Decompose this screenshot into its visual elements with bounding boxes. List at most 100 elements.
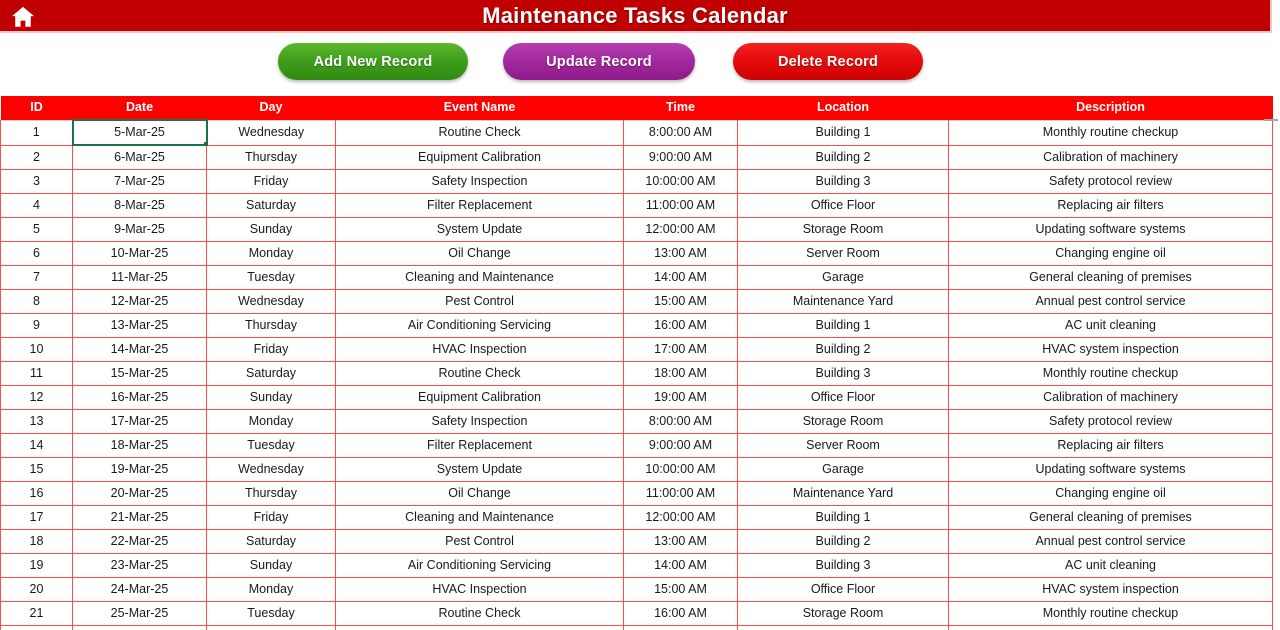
cell-id[interactable]: 18 [0, 529, 73, 554]
cell-date[interactable]: 6-Mar-25 [72, 145, 207, 170]
table-row[interactable]: 9 13-Mar-25 Thursday Air Conditioning Servi… [0, 313, 1273, 338]
cell-time[interactable]: 15:00 AM [623, 289, 738, 314]
cell-id[interactable]: 10 [0, 337, 73, 362]
table-row[interactable]: 15 19-Mar-25 Wednesday System Update 10:00:0… [0, 457, 1273, 482]
cell-location[interactable]: Office Floor [737, 193, 949, 218]
cell-location[interactable]: Server Room [737, 241, 949, 266]
cell-location[interactable]: Server Room [737, 625, 949, 630]
cell-description[interactable]: Calibration of machinery [948, 145, 1273, 170]
cell-time[interactable]: 17:00 AM [623, 337, 738, 362]
cell-event[interactable]: Pest Control [335, 289, 624, 314]
cell-event[interactable]: Safety Inspection [335, 169, 624, 194]
cell-date[interactable]: 20-Mar-25 [72, 481, 207, 506]
cell-description[interactable]: Monthly routine checkup [948, 361, 1273, 386]
cell-id[interactable]: 7 [0, 265, 73, 290]
cell-location[interactable]: Building 1 [737, 119, 949, 146]
cell-day[interactable]: Sunday [206, 385, 336, 410]
cell-id[interactable]: 21 [0, 601, 73, 626]
cell-event[interactable]: Safety Inspection [335, 409, 624, 434]
cell-day[interactable]: Wednesday [206, 289, 336, 314]
cell-day[interactable]: Tuesday [206, 433, 336, 458]
cell-date[interactable]: 22-Mar-25 [72, 529, 207, 554]
cell-date[interactable]: 17-Mar-25 [72, 409, 207, 434]
cell-time[interactable]: 16:00 AM [623, 601, 738, 626]
cell-description[interactable]: Changing engine oil [948, 241, 1273, 266]
cell-day[interactable]: Thursday [206, 313, 336, 338]
column-header-id[interactable]: ID [0, 96, 73, 120]
cell-date[interactable]: 12-Mar-25 [72, 289, 207, 314]
cell-description[interactable]: General cleaning of premises [948, 505, 1273, 530]
cell-description[interactable]: General cleaning of premises [948, 265, 1273, 290]
cell-description[interactable]: Calibration of machinery [948, 385, 1273, 410]
cell-event[interactable]: Equipment Calibration [335, 145, 624, 170]
cell-time[interactable]: 11:00:00 AM [623, 193, 738, 218]
cell-time[interactable]: 10:00:00 AM [623, 169, 738, 194]
column-header-time[interactable]: Time [623, 96, 738, 120]
cell-time[interactable]: 12:00:00 AM [623, 505, 738, 530]
cell-location[interactable]: Maintenance Yard [737, 481, 949, 506]
delete-record-button[interactable]: Delete Record [733, 43, 923, 80]
cell-date[interactable]: 8-Mar-25 [72, 193, 207, 218]
cell-day[interactable]: Wednesday [206, 119, 336, 146]
cell-id[interactable]: 15 [0, 457, 73, 482]
cell-time[interactable]: 19:00 AM [623, 385, 738, 410]
table-row[interactable]: 17 21-Mar-25 Friday Cleaning and Maintenanc… [0, 505, 1273, 530]
cell-id[interactable]: 12 [0, 385, 73, 410]
cell-event[interactable]: Cleaning and Maintenance [335, 505, 624, 530]
cell-date[interactable]: 18-Mar-25 [72, 433, 207, 458]
cell-event[interactable]: Air Conditioning Servicing [335, 313, 624, 338]
cell-location[interactable]: Building 2 [737, 145, 949, 170]
cell-time[interactable]: 13:00 AM [623, 529, 738, 554]
cell-day[interactable]: Friday [206, 337, 336, 362]
cell-id[interactable]: 20 [0, 577, 73, 602]
table-row[interactable]: 2226-Mar-25WednesdayEquipment Calibratio… [0, 625, 1273, 630]
column-header-day[interactable]: Day [206, 96, 336, 120]
cell-event[interactable]: Cleaning and Maintenance [335, 265, 624, 290]
cell-date[interactable]: 5-Mar-25 [71, 119, 208, 146]
cell-id[interactable]: 4 [0, 193, 73, 218]
cell-id[interactable]: 6 [0, 241, 73, 266]
cell-description[interactable]: Safety protocol review [948, 169, 1273, 194]
cell-time[interactable]: 14:00 AM [623, 553, 738, 578]
scroll-indicator[interactable] [1264, 119, 1278, 121]
table-row[interactable]: 5 9-Mar-25 Sunday System Update 12:00:00 AM S… [0, 217, 1273, 242]
cell-event[interactable]: System Update [335, 217, 624, 242]
cell-time[interactable]: 8:00:00 AM [623, 409, 738, 434]
cell-id[interactable]: 9 [0, 313, 73, 338]
cell-day[interactable]: Tuesday [206, 601, 336, 626]
cell-description[interactable]: Replacing air filters [948, 193, 1273, 218]
cell-time[interactable]: 16:00 AM [623, 313, 738, 338]
cell-date[interactable]: 19-Mar-25 [72, 457, 207, 482]
cell-day[interactable]: Monday [206, 577, 336, 602]
cell-date[interactable]: 25-Mar-25 [72, 601, 207, 626]
cell-id[interactable]: 5 [0, 217, 73, 242]
cell-description[interactable]: HVAC system inspection [948, 577, 1273, 602]
cell-id[interactable]: 16 [0, 481, 73, 506]
cell-day[interactable]: Saturday [206, 529, 336, 554]
table-row[interactable]: 12 16-Mar-25 Sunday Equipment Calibration 19… [0, 385, 1273, 410]
cell-time[interactable]: 9:00:00 AM [623, 145, 738, 170]
table-row[interactable]: 8 12-Mar-25 Wednesday Pest Control 15:00 AM M… [0, 289, 1273, 314]
table-row[interactable]: 7 11-Mar-25 Tuesday Cleaning and Maintenanc… [0, 265, 1273, 290]
cell-id[interactable]: 17 [0, 505, 73, 530]
table-row[interactable]: 3 7-Mar-25 Friday Safety Inspection 10:00:00… [0, 169, 1273, 194]
cell-description[interactable]: Annual pest control service [948, 289, 1273, 314]
cell-date[interactable]: 24-Mar-25 [72, 577, 207, 602]
cell-time[interactable]: 18:00 AM [623, 361, 738, 386]
table-row[interactable]: 10 14-Mar-25 Friday HVAC Inspection 17:00 AM… [0, 337, 1273, 362]
cell-date[interactable]: 9-Mar-25 [72, 217, 207, 242]
cell-day[interactable]: Wednesday [206, 457, 336, 482]
cell-event[interactable]: Pest Control [335, 529, 624, 554]
cell-event[interactable]: Oil Change [335, 481, 624, 506]
cell-day[interactable]: Saturday [206, 193, 336, 218]
cell-description[interactable]: Safety protocol review [948, 409, 1273, 434]
table-row[interactable]: 21 25-Mar-25 Tuesday Routine Check 16:00 AM S… [0, 601, 1273, 626]
cell-time[interactable]: 12:00:00 AM [623, 217, 738, 242]
cell-location[interactable]: Building 1 [737, 505, 949, 530]
cell-date[interactable]: 11-Mar-25 [72, 265, 207, 290]
cell-description[interactable]: Changing engine oil [948, 481, 1273, 506]
cell-time[interactable]: 9:00:00 AM [623, 433, 738, 458]
cell-day[interactable]: Friday [206, 169, 336, 194]
cell-location[interactable]: Building 3 [737, 553, 949, 578]
table-row[interactable]: 11 15-Mar-25 Saturday Routine Check 18:00 AM… [0, 361, 1273, 386]
